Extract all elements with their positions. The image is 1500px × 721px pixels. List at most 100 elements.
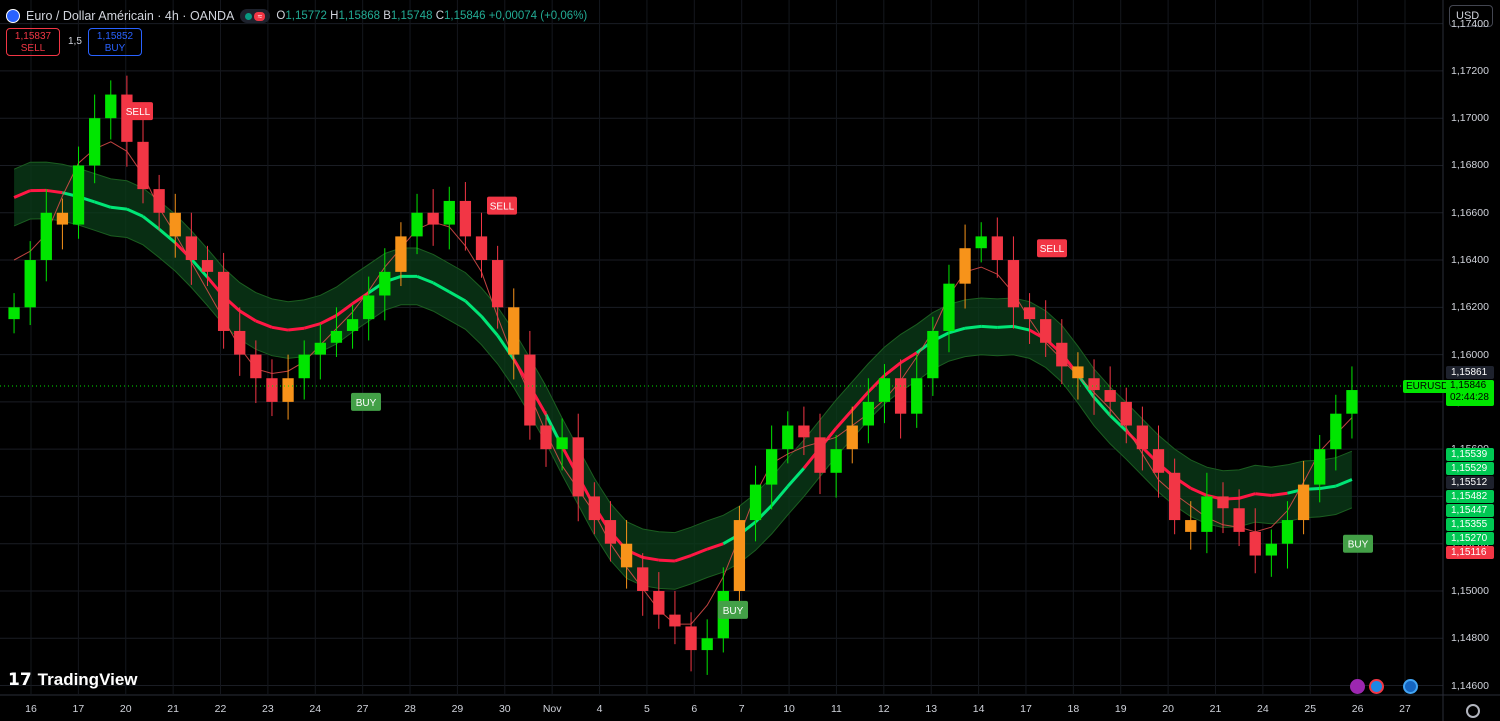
currency-flag-icon (6, 9, 20, 23)
price-axis-label: 1,16800 (1451, 159, 1489, 172)
time-axis-label: 23 (262, 703, 274, 715)
price-scale-tag: 1,15116 (1446, 546, 1494, 559)
candle-body (588, 496, 600, 521)
time-axis-label: 20 (1162, 703, 1174, 715)
time-axis-label: 5 (644, 703, 650, 715)
buy-label: BUY (104, 43, 126, 54)
candle-body (1265, 543, 1277, 556)
candle-body (201, 260, 214, 272)
candle-body (169, 212, 181, 237)
price-axis-label: 1,14600 (1451, 679, 1489, 692)
candle-body (491, 260, 504, 308)
ohlc-values: O1,15772 H1,15868 B1,15748 C1,15846 +0,0… (276, 10, 588, 22)
candle-body (749, 484, 762, 521)
candle-body (1120, 401, 1132, 426)
price-scale-tag: 1,15482 (1446, 490, 1494, 503)
candle-body (1330, 413, 1342, 450)
candle-body (1152, 449, 1165, 473)
spread-value: 1,5 (68, 36, 82, 47)
candle-body (379, 271, 391, 296)
us-flag-icon[interactable] (1369, 679, 1384, 694)
candle-body (653, 590, 665, 615)
candle-body (846, 425, 858, 450)
settings-gear-icon[interactable] (1466, 704, 1480, 718)
price-scale-tag: 1,15529 (1446, 462, 1494, 475)
sell-button[interactable]: 1,15837 SELL (6, 28, 60, 56)
candle-body (282, 378, 294, 402)
trend-band-area (14, 162, 1352, 590)
candle-body (524, 354, 536, 426)
candle-body (959, 248, 971, 284)
candle-body (572, 437, 584, 497)
symbol-title[interactable]: Euro / Dollar Américain · 4h · OANDA (26, 9, 234, 23)
price-scale-tag: 1,15861 (1446, 366, 1494, 379)
candle-body (234, 330, 246, 355)
candle-body (1249, 531, 1261, 556)
candle-body (1201, 496, 1213, 532)
candle-body (878, 378, 891, 402)
time-axis-label: 24 (309, 703, 322, 715)
candle-body (1072, 366, 1084, 379)
price-scale-tag: 1,15355 (1446, 518, 1494, 531)
candle-body (733, 520, 746, 591)
lightning-icon[interactable] (1350, 679, 1365, 694)
signal-text: SELL (1040, 244, 1065, 255)
candle-body (1314, 449, 1326, 485)
signal-text: BUY (356, 398, 377, 409)
time-axis-label: 7 (738, 703, 745, 715)
candle-body (314, 342, 326, 355)
time-axis-label: 21 (1209, 703, 1222, 715)
candle-body (153, 189, 165, 213)
sell-signal-label[interactable]: SELL (1037, 239, 1067, 258)
time-axis-label: 21 (167, 703, 179, 715)
candle-body (346, 319, 359, 331)
candle-body (991, 236, 1003, 261)
price-axis-label: 1,15000 (1451, 584, 1489, 597)
price-chart[interactable]: SELL BUY SELL BUY SELL BUY (0, 0, 1500, 721)
candle-body (72, 165, 85, 225)
time-axis-label: 28 (404, 703, 416, 715)
signal-text: SELL (126, 107, 151, 118)
candle-body (943, 283, 955, 331)
candle-body (1217, 496, 1229, 509)
sell-signal-label[interactable]: SELL (123, 102, 153, 121)
candle-body (330, 330, 343, 343)
candle-body (894, 378, 907, 414)
candle-body (1007, 260, 1020, 308)
trend-band-midline (964, 324, 982, 330)
trend-band-midline (981, 324, 998, 329)
tradingview-mark-icon: 𝟭𝟳 (8, 670, 32, 689)
candle-body (105, 94, 117, 119)
candle-body (137, 141, 149, 190)
candle-body (540, 425, 552, 450)
time-axis-label: 27 (356, 703, 369, 715)
candle-body (217, 271, 230, 331)
globe-icon[interactable] (1403, 679, 1418, 694)
sell-signal-label[interactable]: SELL (487, 196, 517, 215)
candle-body (637, 567, 649, 591)
candle-body (1040, 319, 1052, 343)
buy-signal-label[interactable]: BUY (351, 392, 381, 411)
candle-body (185, 236, 198, 261)
candle-body (701, 638, 713, 651)
time-axis-label: 6 (691, 703, 698, 715)
last-price-tag: 1,15846 02:44:28 (1446, 380, 1494, 406)
time-axis-label: 25 (1304, 703, 1317, 715)
tradingview-logo[interactable]: 𝟭𝟳 TradingView (8, 670, 138, 690)
sell-price: 1,15837 (14, 31, 52, 42)
buy-signal-label[interactable]: BUY (1343, 534, 1373, 553)
buy-signal-label[interactable]: BUY (718, 600, 748, 619)
candle-body (1185, 520, 1197, 532)
buy-price: 1,15852 (96, 31, 134, 42)
time-axis-label: 26 (1351, 703, 1364, 715)
logo-text: TradingView (37, 670, 138, 689)
trend-band-midline (997, 324, 1014, 329)
candle-body (427, 212, 439, 225)
candle-body (1168, 472, 1181, 521)
price-scale-tag: 1,15270 (1446, 532, 1494, 545)
buy-button[interactable]: 1,15852 BUY (88, 28, 142, 56)
sell-label: SELL (20, 43, 46, 54)
time-axis-label: 10 (783, 703, 795, 715)
candle-body (475, 236, 488, 261)
status-pill[interactable]: ≈ (240, 9, 271, 23)
